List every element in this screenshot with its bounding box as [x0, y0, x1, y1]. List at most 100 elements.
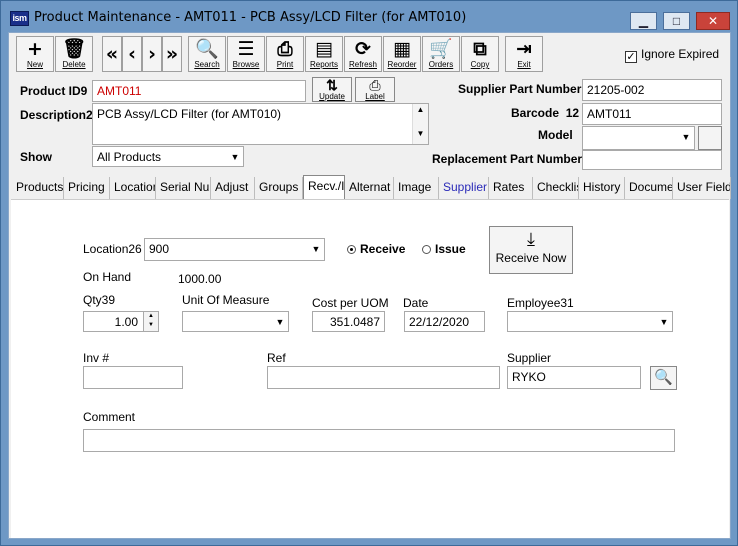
model-label: Model: [538, 128, 573, 142]
tab-adjust[interactable]: Adjust: [211, 177, 255, 199]
tab-strip: Products Pricing Location Serial Nu Adjust Gr…: [12, 175, 732, 199]
location-label: Location26: [83, 242, 142, 256]
barcode-input[interactable]: AMT011: [582, 103, 722, 125]
reorder-icon: ▦: [393, 38, 411, 60]
supplier-search-button[interactable]: 🔍: [650, 366, 677, 390]
uom-label: Unit Of Measure: [182, 293, 270, 307]
receive-radio[interactable]: Receive: [347, 242, 405, 256]
maximize-button[interactable]: □: [663, 12, 690, 30]
copy-label: Copy: [470, 60, 490, 69]
first-button[interactable]: «: [102, 36, 122, 72]
tab-recv-iss[interactable]: Recv./Iss: [303, 175, 345, 199]
radio-empty-icon: [422, 245, 431, 254]
reorder-button[interactable]: ▦ Reorder: [383, 36, 421, 72]
onhand-value: 1000.00: [178, 272, 222, 286]
employee-select[interactable]: ▼: [507, 311, 673, 332]
supplier-part-input[interactable]: 21205-002: [582, 79, 722, 101]
tab-supplier[interactable]: Supplier: [439, 177, 489, 199]
tab-user-fields[interactable]: User Fields: [673, 177, 731, 199]
new-button[interactable]: + New: [16, 36, 54, 72]
qty-label: Qty39: [83, 293, 116, 307]
recv-iss-panel: Location26 900 ▼ Receive Issue ⤓ Receive …: [11, 199, 729, 538]
next-button[interactable]: ›: [142, 36, 162, 72]
receive-now-label: Receive Now: [495, 251, 567, 265]
orders-button[interactable]: 🛒 Orders: [422, 36, 460, 72]
tab-groups[interactable]: Groups: [255, 177, 303, 199]
reorder-label: Reorder: [387, 60, 417, 69]
exit-icon: ⇥: [516, 38, 532, 60]
print-button[interactable]: ⎙ Print: [266, 36, 304, 72]
refresh-button[interactable]: ⟳ Refresh: [344, 36, 382, 72]
browse-button[interactable]: ☰ Browse: [227, 36, 265, 72]
next-icon: ›: [148, 43, 156, 65]
description-scrollbar[interactable]: ▲ ▼: [412, 104, 428, 144]
chevron-down-icon: ▼: [656, 312, 672, 331]
search-icon: 🔍: [654, 369, 673, 386]
copy-icon: ⧉: [473, 38, 487, 60]
replacement-input[interactable]: [582, 150, 722, 170]
receive-now-button[interactable]: ⤓ Receive Now: [489, 226, 573, 274]
list-icon: ☰: [237, 38, 255, 60]
location-select[interactable]: 900 ▼: [144, 238, 325, 261]
ignore-expired-checkbox[interactable]: ✓ Ignore Expired: [625, 47, 719, 63]
product-id-input[interactable]: AMT011: [92, 80, 306, 102]
ref-label: Ref: [267, 351, 286, 365]
model-lookup-button[interactable]: [698, 126, 722, 150]
model-select[interactable]: ▼: [582, 126, 695, 150]
last-button[interactable]: »: [162, 36, 182, 72]
window-title: Product Maintenance - AMT011 - PCB Assy/…: [34, 10, 467, 25]
tab-rates[interactable]: Rates: [489, 177, 533, 199]
show-label: Show: [20, 150, 52, 164]
replacement-label: Replacement Part Number: [432, 152, 583, 166]
chevron-down-icon: ▼: [678, 127, 694, 149]
label-label: Label: [365, 92, 385, 101]
delete-label: Delete: [62, 60, 86, 69]
title-bar: ism Product Maintenance - AMT011 - PCB A…: [1, 1, 737, 31]
tab-checklist[interactable]: Checklist: [533, 177, 579, 199]
spinner-icon[interactable]: ▲ ▼: [143, 312, 158, 331]
cost-label: Cost per UOM: [312, 296, 389, 310]
prev-button[interactable]: ‹: [122, 36, 142, 72]
tab-history[interactable]: History: [579, 177, 625, 199]
date-input[interactable]: 22/12/2020: [404, 311, 485, 332]
delete-button[interactable]: 🗑 Delete: [55, 36, 93, 72]
supplier-part-label: Supplier Part Number: [458, 82, 582, 96]
tab-alternat[interactable]: Alternat: [345, 177, 394, 199]
supplier-input[interactable]: RYKO: [507, 366, 641, 389]
tab-pricing[interactable]: Pricing: [64, 177, 110, 199]
exit-button[interactable]: ⇥ Exit: [505, 36, 543, 72]
comment-label: Comment: [83, 410, 136, 424]
chevron-down-icon: ▼: [308, 239, 324, 260]
location-value: 900: [149, 242, 170, 256]
ref-input[interactable]: [267, 366, 500, 389]
issue-radio[interactable]: Issue: [422, 242, 466, 256]
barcode-label: Barcode 12: [511, 106, 580, 120]
window: ism Product Maintenance - AMT011 - PCB A…: [0, 0, 738, 546]
employee-label: Employee31: [507, 296, 574, 310]
search-button[interactable]: 🔍 Search: [188, 36, 226, 72]
tab-products[interactable]: Products: [12, 177, 64, 199]
minimize-button[interactable]: ▁: [630, 12, 657, 30]
tab-image[interactable]: Image: [394, 177, 439, 199]
description-textarea[interactable]: PCB Assy/LCD Filter (for AMT010) ▲ ▼: [92, 103, 429, 145]
show-select[interactable]: All Products ▼: [92, 146, 244, 167]
uom-select[interactable]: ▼: [182, 311, 289, 332]
client-area: + New 🗑 Delete «‹ ›» 🔍 Search ☰ Browse ⎙ Print ▤ Repo…: [8, 32, 731, 539]
update-label: Update: [319, 92, 345, 101]
tab-docume[interactable]: Docume: [625, 177, 673, 199]
cost-input[interactable]: 351.0487: [312, 311, 385, 332]
reports-button[interactable]: ▤ Reports: [305, 36, 343, 72]
tab-serial-nu[interactable]: Serial Nu: [156, 177, 211, 199]
close-button[interactable]: ✕: [696, 12, 730, 30]
copy-button[interactable]: ⧉ Copy: [461, 36, 499, 72]
search-icon: 🔍: [195, 38, 219, 60]
tab-location[interactable]: Location: [110, 177, 156, 199]
update-button[interactable]: ⇅ Update: [312, 77, 352, 102]
chevron-down-icon: ▼: [227, 147, 243, 166]
comment-input[interactable]: [83, 429, 675, 452]
trash-icon: 🗑: [61, 38, 87, 60]
qty-stepper[interactable]: 1.00 ▲ ▼: [83, 311, 159, 332]
label-button[interactable]: ⎙ Label: [355, 77, 395, 102]
qty-value: 1.00: [114, 315, 138, 329]
inv-input[interactable]: [83, 366, 183, 389]
